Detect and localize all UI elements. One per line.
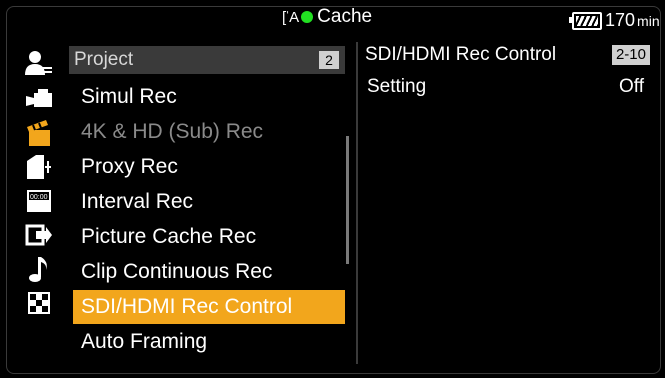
menu-page-number: 2 bbox=[319, 51, 339, 69]
menu-header: Project 2 bbox=[69, 46, 345, 74]
menu-item-auto-framing[interactable]: Auto Framing bbox=[69, 325, 341, 359]
menu-item-4k-hd-sub-rec[interactable]: 4K & HD (Sub) Rec bbox=[69, 115, 341, 149]
detail-title: SDI/HDMI Rec Control bbox=[365, 44, 557, 65]
detail-header: SDI/HDMI Rec Control 2-10 bbox=[360, 42, 652, 70]
menu-item-interval-rec[interactable]: Interval Rec bbox=[69, 185, 341, 219]
menu-item-simul-rec[interactable]: Simul Rec bbox=[69, 80, 341, 114]
clapperboard-icon[interactable] bbox=[11, 116, 67, 150]
output-icon[interactable] bbox=[11, 218, 67, 252]
panel-divider bbox=[356, 42, 358, 364]
grid-others-icon[interactable] bbox=[11, 286, 67, 320]
detail-panel: SDI/HDMI Rec Control 2-10 Setting Off bbox=[360, 42, 652, 364]
battery-indicator: 170 min bbox=[569, 10, 660, 31]
menu-list: Project 2 Simul Rec 4K & HD (Sub) Rec Pr… bbox=[69, 42, 353, 364]
camera-icon[interactable] bbox=[11, 82, 67, 116]
user-settings-icon[interactable] bbox=[11, 46, 67, 80]
timecode-icon[interactable]: 00:00 bbox=[11, 184, 67, 218]
rec-indicator-icon bbox=[301, 11, 314, 23]
setting-label: Setting bbox=[367, 76, 427, 97]
status-indicator: [ˈA Cache bbox=[282, 6, 372, 28]
detail-page-number: 2-10 bbox=[611, 45, 650, 65]
battery-unit: min bbox=[637, 12, 660, 29]
menu-scrollbar[interactable] bbox=[346, 136, 349, 264]
cache-label: Cache bbox=[317, 6, 373, 27]
menu-item-picture-cache-rec[interactable]: Picture Cache Rec bbox=[69, 220, 341, 254]
setting-value: Off bbox=[619, 76, 644, 97]
setting-row[interactable]: Setting Off bbox=[360, 74, 652, 102]
menu-item-proxy-rec[interactable]: Proxy Rec bbox=[69, 150, 341, 184]
battery-remaining: 170 bbox=[605, 10, 636, 30]
audio-note-icon[interactable] bbox=[11, 252, 67, 286]
menu-header-title: Project bbox=[74, 49, 134, 70]
menu-item-sdi-hdmi-rec-control[interactable]: SDI/HDMI Rec Control bbox=[73, 290, 345, 324]
svg-text:00:00: 00:00 bbox=[30, 194, 48, 201]
card-media-icon[interactable] bbox=[11, 150, 67, 184]
battery-icon bbox=[569, 11, 602, 30]
category-icon-column: 00:00 bbox=[11, 42, 67, 364]
menu-item-clip-continuous-rec[interactable]: Clip Continuous Rec bbox=[69, 255, 341, 289]
rec-mode-icon: [ˈA bbox=[282, 8, 299, 26]
